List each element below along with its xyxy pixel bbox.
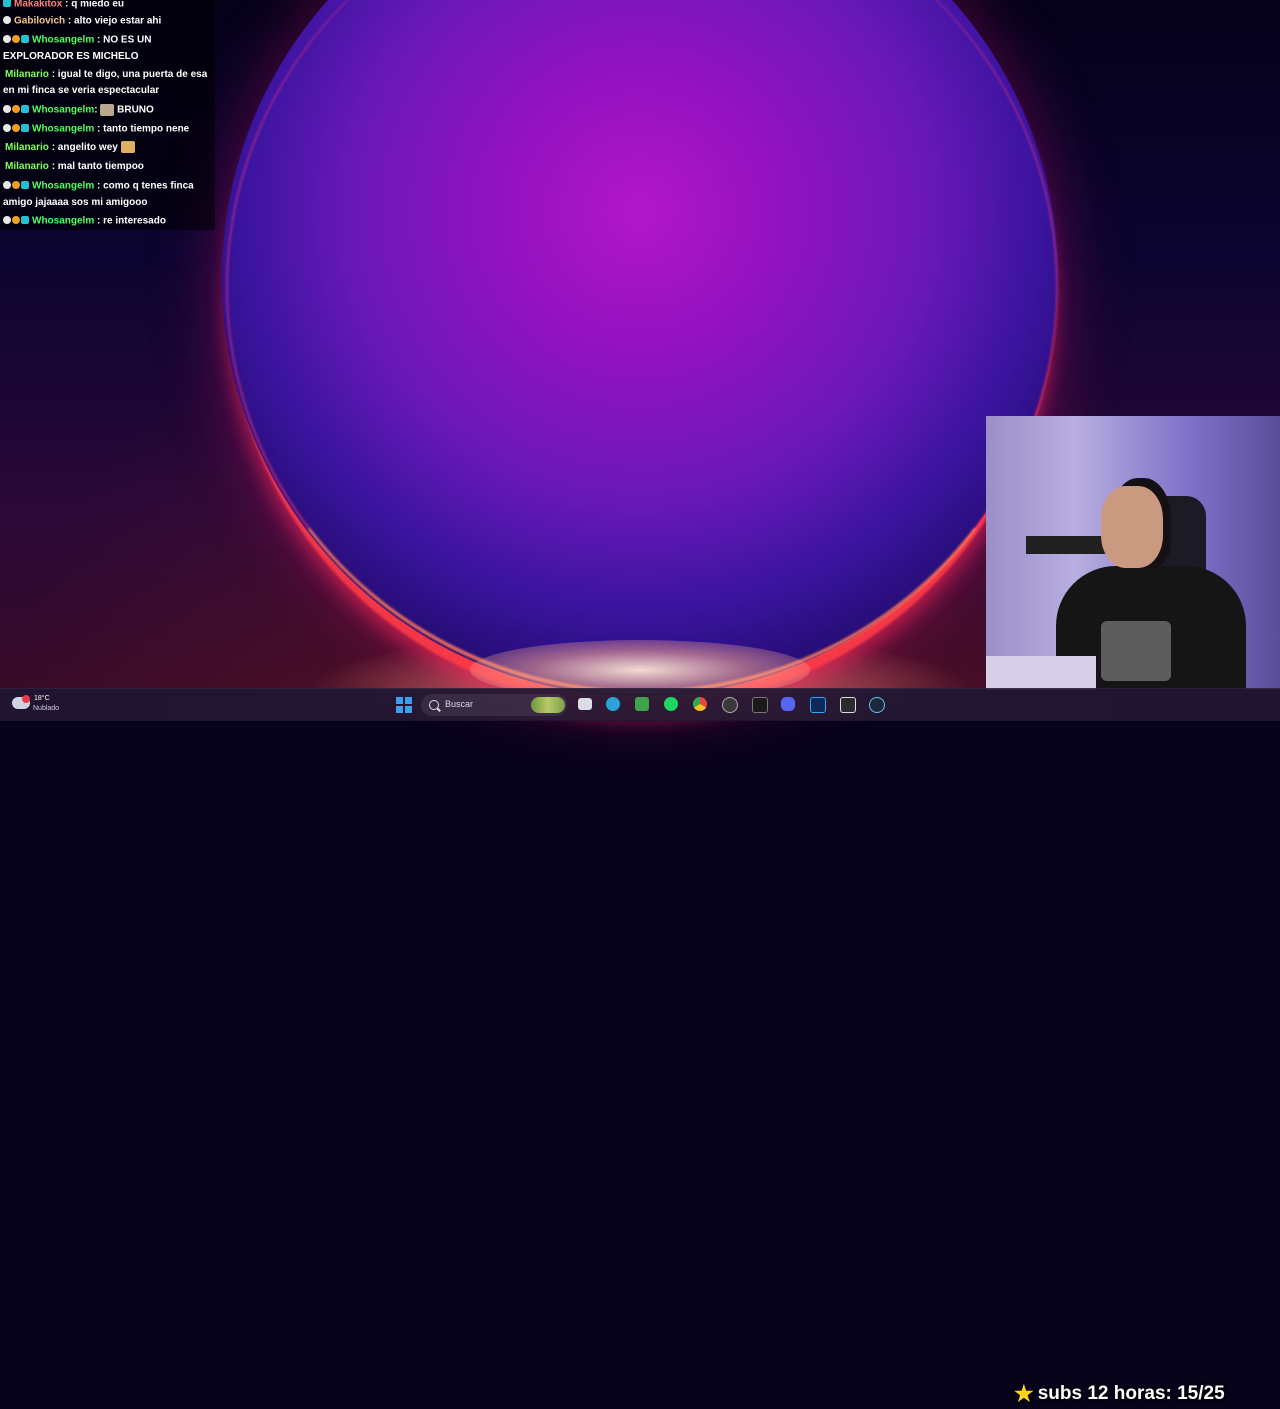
chat-username: Makakitox <box>14 0 63 10</box>
streamer-shirt-print <box>1101 621 1171 681</box>
chat-badge-icon <box>3 35 11 44</box>
chat-badges <box>3 13 12 29</box>
search-placeholder: Buscar <box>445 699 474 709</box>
chat-text: : mal tanto tiempoo <box>51 161 144 172</box>
chat-username: Whosangelm <box>32 215 95 227</box>
chat-text: : tanto tiempo nene <box>97 123 190 135</box>
spotify-icon[interactable] <box>664 697 678 711</box>
chat-badge-icon <box>3 105 11 114</box>
chat-username: Whosangelm <box>32 180 95 192</box>
cat-emote-icon <box>100 104 115 116</box>
streamer-face <box>1101 486 1163 568</box>
chat-text: : NO ES UN <box>97 34 152 46</box>
chat-username: Milanario <box>5 161 49 172</box>
chat-message: Gabilovich : alto viejo estar ahi <box>3 13 213 30</box>
chat-badge-icon <box>3 124 11 133</box>
taskbar: 18°C Nublado Buscar ★ subs 12 horas: 15/2… <box>0 688 1280 1406</box>
chat-text: : alto viejo estar ahi <box>67 15 162 27</box>
chat-text: : como q tenes finca <box>97 180 194 192</box>
chat-username: Whosangelm <box>32 123 95 135</box>
chat-text: : angelito wey <box>51 142 118 153</box>
weather-alert-icon <box>22 695 30 703</box>
chat-badges <box>3 178 30 194</box>
chat-badge-icon <box>3 181 11 190</box>
chat-message: Milanario : igual te digo, una puerta de… <box>3 67 213 99</box>
chat-text-continuation: amigo jajaaaa sos mi amigooo <box>3 196 148 208</box>
edge-icon[interactable] <box>606 697 620 711</box>
chat-username: Milanario <box>5 142 49 153</box>
chat-badges <box>3 0 12 12</box>
bits-badge-icon <box>12 105 20 114</box>
sub-badge-icon <box>21 216 29 225</box>
chat-message: Whosangelm : re interesado <box>3 213 213 230</box>
photoshop-icon[interactable] <box>810 697 826 713</box>
discord-icon[interactable] <box>781 697 795 711</box>
chat-username: Gabilovich <box>14 15 66 27</box>
chat-username: Whosangelm <box>32 104 95 116</box>
search-highlight-icon <box>531 697 565 713</box>
sub-badge-icon <box>21 35 29 44</box>
bits-badge-icon <box>12 35 20 44</box>
capcut-alt-icon[interactable] <box>840 697 856 713</box>
chat-text: BRUNO <box>117 104 154 116</box>
windows-logo-tile <box>396 697 403 704</box>
sub-badge-icon <box>21 105 29 114</box>
chat-message: Whosangelm: BRUNO <box>3 102 213 119</box>
chat-username: Milanario <box>5 69 49 80</box>
chat-message: Whosangelm : NO ES UN EXPLORADOR ES MICH… <box>3 32 213 65</box>
subathon-text: subs 12 horas: 15/25 <box>1037 1383 1225 1404</box>
obs-icon[interactable] <box>722 697 738 713</box>
chat-message: Makakitox : q miedo eu <box>3 0 213 13</box>
windows-logo-tile <box>396 706 403 713</box>
chat-message: Milanario : mal tanto tiempoo <box>3 159 213 175</box>
capcut-icon[interactable] <box>752 697 768 713</box>
task-view-icon[interactable] <box>578 698 592 710</box>
chat-badge-icon <box>3 16 11 25</box>
chat-message: Milanario : angelito wey <box>3 140 213 156</box>
chat-message: Whosangelm : como q tenes finca amigo ja… <box>3 178 213 211</box>
chrome-icon[interactable] <box>693 697 707 711</box>
minecraft-icon[interactable] <box>635 697 649 711</box>
star-icon: ★ <box>1014 1381 1034 1406</box>
sub-badge-icon <box>21 124 29 133</box>
subathon-overlay: ★ subs 12 horas: 15/25 <box>1014 1379 1225 1409</box>
webcam-feed <box>986 416 1280 690</box>
chat-badges <box>3 121 30 137</box>
chat-text: : igual te digo, una puerta de esa <box>51 69 208 80</box>
sub-badge-icon <box>21 181 29 190</box>
search-icon <box>429 700 439 710</box>
chat-badges <box>3 32 30 48</box>
sub-badge-icon <box>3 0 11 8</box>
steam-icon[interactable] <box>869 697 885 713</box>
angel-emote-icon <box>120 141 135 154</box>
bits-badge-icon <box>12 124 20 133</box>
chat-text: : re interesado <box>97 215 166 227</box>
chat-badges <box>3 102 30 118</box>
stream-chat-overlay: Makakitox : q miedo eu Gabilovich : alto… <box>0 0 215 230</box>
chat-text: : q miedo eu <box>65 0 125 10</box>
bits-badge-icon <box>12 181 20 190</box>
chat-badges <box>3 213 30 229</box>
webcam-desk <box>986 656 1096 690</box>
windows-logo-tile <box>405 697 412 704</box>
chat-badge-icon <box>3 216 11 225</box>
windows-logo-tile <box>405 706 412 713</box>
weather-temp: 18°C <box>34 695 50 702</box>
chat-username: Whosangelm <box>32 34 95 46</box>
chat-text-continuation: EXPLORADOR ES MICHELO <box>3 50 139 62</box>
start-button[interactable] <box>396 697 412 713</box>
bits-badge-icon <box>12 216 20 225</box>
taskbar-search[interactable]: Buscar <box>421 694 567 716</box>
chat-text-continuation: en mi finca se veria espectacular <box>3 85 160 96</box>
weather-desc: Nublado <box>33 705 60 712</box>
chat-message: Whosangelm : tanto tiempo nene <box>3 121 213 138</box>
